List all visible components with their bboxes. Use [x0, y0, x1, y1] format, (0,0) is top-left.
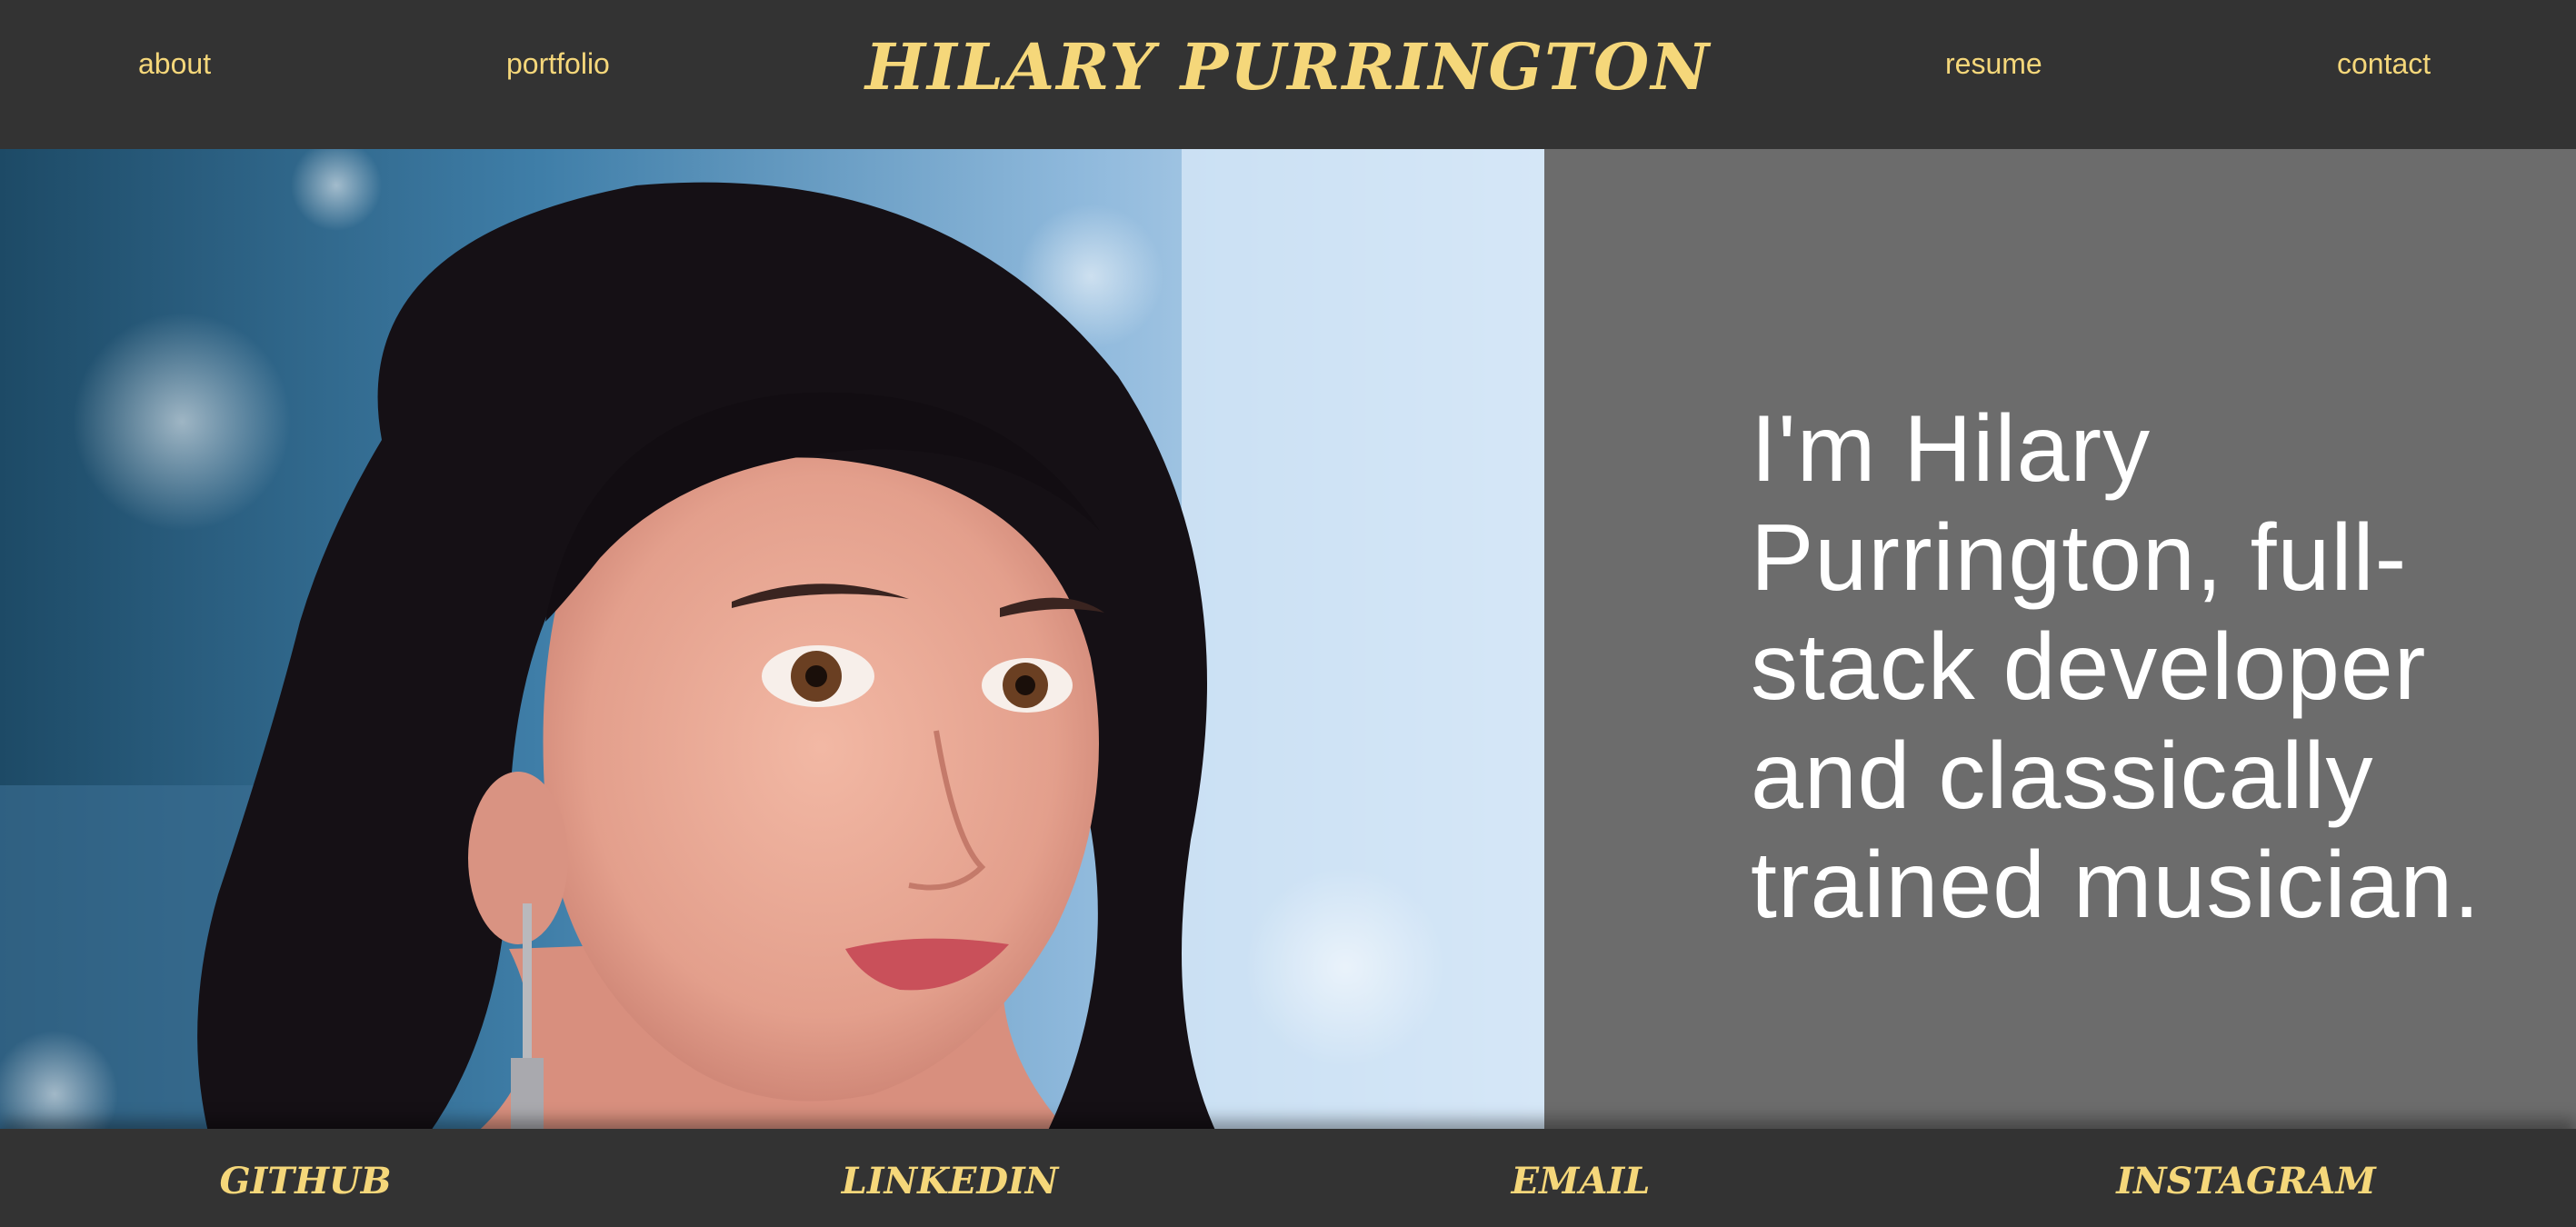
nav-resume-link[interactable]: resume [1945, 44, 2042, 84]
email-link[interactable]: Email [1512, 1160, 1651, 1203]
nav-contact-link[interactable]: contact [2337, 44, 2431, 84]
intro-panel: I'm Hilary Purrington, full-stack develo… [1544, 149, 2576, 1136]
profile-photo [0, 149, 1544, 1136]
site-footer: GitHub LinkedIn Email Instagram [0, 1129, 2576, 1227]
github-link[interactable]: GitHub [219, 1160, 391, 1203]
site-header: about portfolio Hilary Purrington resume… [0, 0, 2576, 149]
site-title[interactable]: Hilary Purrington [865, 29, 1711, 105]
instagram-link[interactable]: Instagram [2116, 1160, 2376, 1203]
site-title-container: Hilary Purrington [0, 24, 2576, 111]
linkedin-link[interactable]: LinkedIn [842, 1160, 1059, 1203]
intro-text: I'm Hilary Purrington, full-stack develo… [1751, 396, 2481, 938]
